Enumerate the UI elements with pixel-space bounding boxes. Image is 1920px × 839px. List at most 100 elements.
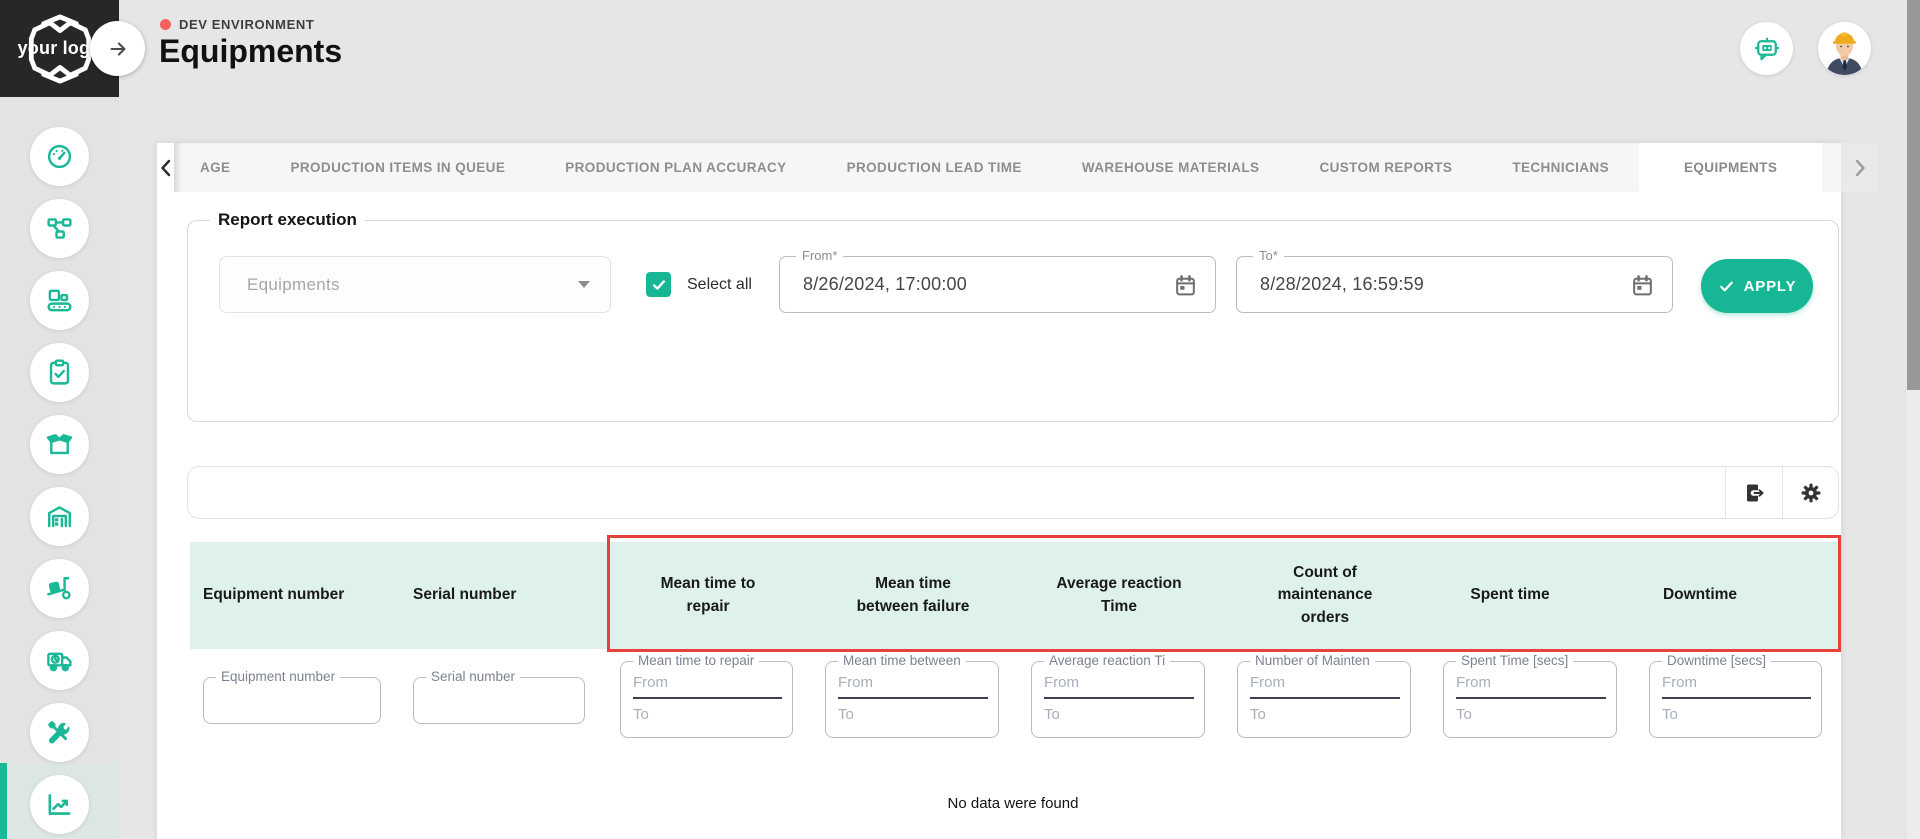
sidebar-item-production-line[interactable] bbox=[30, 271, 89, 330]
export-icon bbox=[1742, 481, 1766, 505]
sidebar-item-dashboard[interactable] bbox=[30, 127, 89, 186]
analytics-icon bbox=[45, 790, 74, 819]
tab-label: TECHNICIANS bbox=[1512, 160, 1609, 175]
environment-badge: DEV ENVIRONMENT bbox=[160, 17, 314, 32]
filter-from-input[interactable] bbox=[633, 674, 782, 699]
filter-from-input[interactable] bbox=[1662, 674, 1811, 699]
sidebar-item-analytics[interactable] bbox=[30, 775, 89, 834]
filter-to-input[interactable] bbox=[1044, 706, 1194, 723]
filter-from-input[interactable] bbox=[838, 674, 988, 699]
calendar-icon[interactable] bbox=[1630, 273, 1655, 298]
filter-average-reaction-time: Average reaction Ti bbox=[1031, 661, 1205, 738]
settings-button[interactable] bbox=[1782, 467, 1839, 518]
tab-custom-reports[interactable]: CUSTOM REPORTS bbox=[1289, 143, 1482, 192]
filter-number-of-maintenance-orders: Number of Mainten bbox=[1237, 661, 1411, 738]
chevron-right-icon bbox=[1853, 159, 1867, 177]
filter-label: Downtime [secs] bbox=[1662, 653, 1771, 668]
sidebar-collapse-button[interactable] bbox=[90, 21, 145, 76]
tab-label: PRODUCTION PLAN ACCURACY bbox=[565, 160, 786, 175]
sidebar-item-hand-truck[interactable] bbox=[30, 559, 89, 618]
filter-label: Mean time between bbox=[838, 653, 966, 668]
filter-label: Spent Time [secs] bbox=[1456, 653, 1573, 668]
tab-label: WAREHOUSE MATERIALS bbox=[1082, 160, 1260, 175]
date-from-input[interactable] bbox=[780, 257, 1215, 312]
filter-to-input[interactable] bbox=[633, 706, 782, 723]
filter-to-input[interactable] bbox=[1456, 706, 1606, 723]
calendar-icon[interactable] bbox=[1173, 273, 1198, 298]
date-to-input[interactable] bbox=[1237, 257, 1672, 312]
tab-production-items-in-queue[interactable]: PRODUCTION ITEMS IN QUEUE bbox=[260, 143, 535, 192]
filter-mean-time-between-failure: Mean time between bbox=[825, 661, 999, 738]
gauge-icon bbox=[45, 142, 74, 171]
tab-label: EQUIPMENTS bbox=[1684, 160, 1777, 175]
tab-label: AGE bbox=[200, 160, 230, 175]
filter-from-input[interactable] bbox=[1044, 674, 1194, 699]
report-execution-section: Report execution Equipments Select all F… bbox=[187, 220, 1839, 422]
sidebar-item-orders[interactable] bbox=[30, 343, 89, 402]
select-all-row: Select all bbox=[646, 256, 752, 313]
chatbot-icon bbox=[1752, 34, 1782, 64]
chevron-down-icon bbox=[578, 281, 590, 288]
filter-from-input[interactable] bbox=[1250, 674, 1400, 699]
filter-mean-time-to-repair: Mean time to repair bbox=[620, 661, 793, 738]
check-icon bbox=[651, 277, 667, 293]
workflow-icon bbox=[45, 214, 74, 243]
tools-icon bbox=[45, 718, 74, 747]
report-type-value: Equipments bbox=[247, 275, 578, 295]
column-header-mean-time-to-repair[interactable]: Mean time to repair bbox=[647, 542, 769, 649]
user-avatar[interactable] bbox=[1818, 22, 1871, 75]
select-all-checkbox[interactable] bbox=[646, 272, 671, 297]
filter-to-input[interactable] bbox=[1662, 706, 1811, 723]
tabs-scroll-left-button[interactable] bbox=[157, 143, 174, 192]
column-header-average-reaction-time[interactable]: Average reaction Time bbox=[1053, 542, 1185, 649]
column-header-downtime[interactable]: Downtime bbox=[1620, 542, 1780, 649]
column-header-serial-number[interactable]: Serial number bbox=[413, 542, 593, 649]
tab-equipments[interactable]: EQUIPMENTS bbox=[1639, 143, 1822, 192]
filter-serial-number-input[interactable] bbox=[414, 678, 574, 723]
app-root: your logo bbox=[0, 0, 1920, 839]
column-header-spent-time[interactable]: Spent time bbox=[1430, 542, 1590, 649]
sidebar-item-workflow[interactable] bbox=[30, 199, 89, 258]
chevron-left-icon bbox=[159, 159, 173, 177]
column-header-mean-time-between-failure[interactable]: Mean time between failure bbox=[847, 542, 979, 649]
date-from-field: From* bbox=[779, 256, 1216, 313]
apply-button[interactable]: APPLY bbox=[1701, 259, 1813, 313]
tab-label: PRODUCTION LEAD TIME bbox=[847, 160, 1022, 175]
vertical-scrollbar[interactable] bbox=[1907, 0, 1920, 839]
export-button[interactable] bbox=[1725, 467, 1782, 518]
sidebar-item-maintenance[interactable] bbox=[30, 703, 89, 762]
filter-downtime: Downtime [secs] bbox=[1649, 661, 1822, 738]
filter-to-input[interactable] bbox=[838, 706, 988, 723]
filter-equipment-number: Equipment number bbox=[203, 677, 381, 724]
select-all-label: Select all bbox=[687, 276, 752, 294]
tabs-scroll-right-button[interactable] bbox=[1841, 143, 1878, 192]
scrollbar-thumb[interactable] bbox=[1907, 0, 1920, 390]
tab-warehouse-materials[interactable]: WAREHOUSE MATERIALS bbox=[1052, 143, 1290, 192]
filter-label: Average reaction Ti bbox=[1044, 653, 1170, 668]
page-header: DEV ENVIRONMENT Equipments bbox=[119, 0, 1920, 97]
apply-button-label: APPLY bbox=[1744, 278, 1797, 295]
env-label: DEV ENVIRONMENT bbox=[179, 17, 314, 32]
delivery-truck-icon bbox=[45, 646, 74, 675]
sidebar: your logo bbox=[0, 0, 119, 839]
filter-from-input[interactable] bbox=[1456, 674, 1606, 699]
sidebar-item-warehouse[interactable] bbox=[30, 487, 89, 546]
tab-production-lead-time[interactable]: PRODUCTION LEAD TIME bbox=[817, 143, 1052, 192]
sidebar-item-packages[interactable] bbox=[30, 415, 89, 474]
tab-technicians[interactable]: TECHNICIANS bbox=[1482, 143, 1639, 192]
clipboard-check-icon bbox=[45, 358, 74, 387]
tab-age[interactable]: AGE bbox=[174, 143, 260, 192]
filter-label: Serial number bbox=[426, 669, 520, 684]
sidebar-item-delivery[interactable] bbox=[30, 631, 89, 690]
chatbot-button[interactable] bbox=[1740, 22, 1793, 75]
arrow-right-icon bbox=[107, 38, 129, 60]
column-header-count-of-maintenance-orders[interactable]: Count of maintenance orders bbox=[1264, 542, 1386, 649]
tab-production-plan-accuracy[interactable]: PRODUCTION PLAN ACCURACY bbox=[535, 143, 816, 192]
filter-to-input[interactable] bbox=[1250, 706, 1400, 723]
filter-equipment-number-input[interactable] bbox=[204, 678, 370, 723]
worker-avatar-icon bbox=[1818, 22, 1871, 75]
table-header-row: Equipment number Serial number Mean time… bbox=[190, 542, 1839, 649]
report-type-select[interactable]: Equipments bbox=[219, 256, 611, 313]
tab-label: PRODUCTION ITEMS IN QUEUE bbox=[290, 160, 505, 175]
column-header-equipment-number[interactable]: Equipment number bbox=[203, 542, 403, 649]
